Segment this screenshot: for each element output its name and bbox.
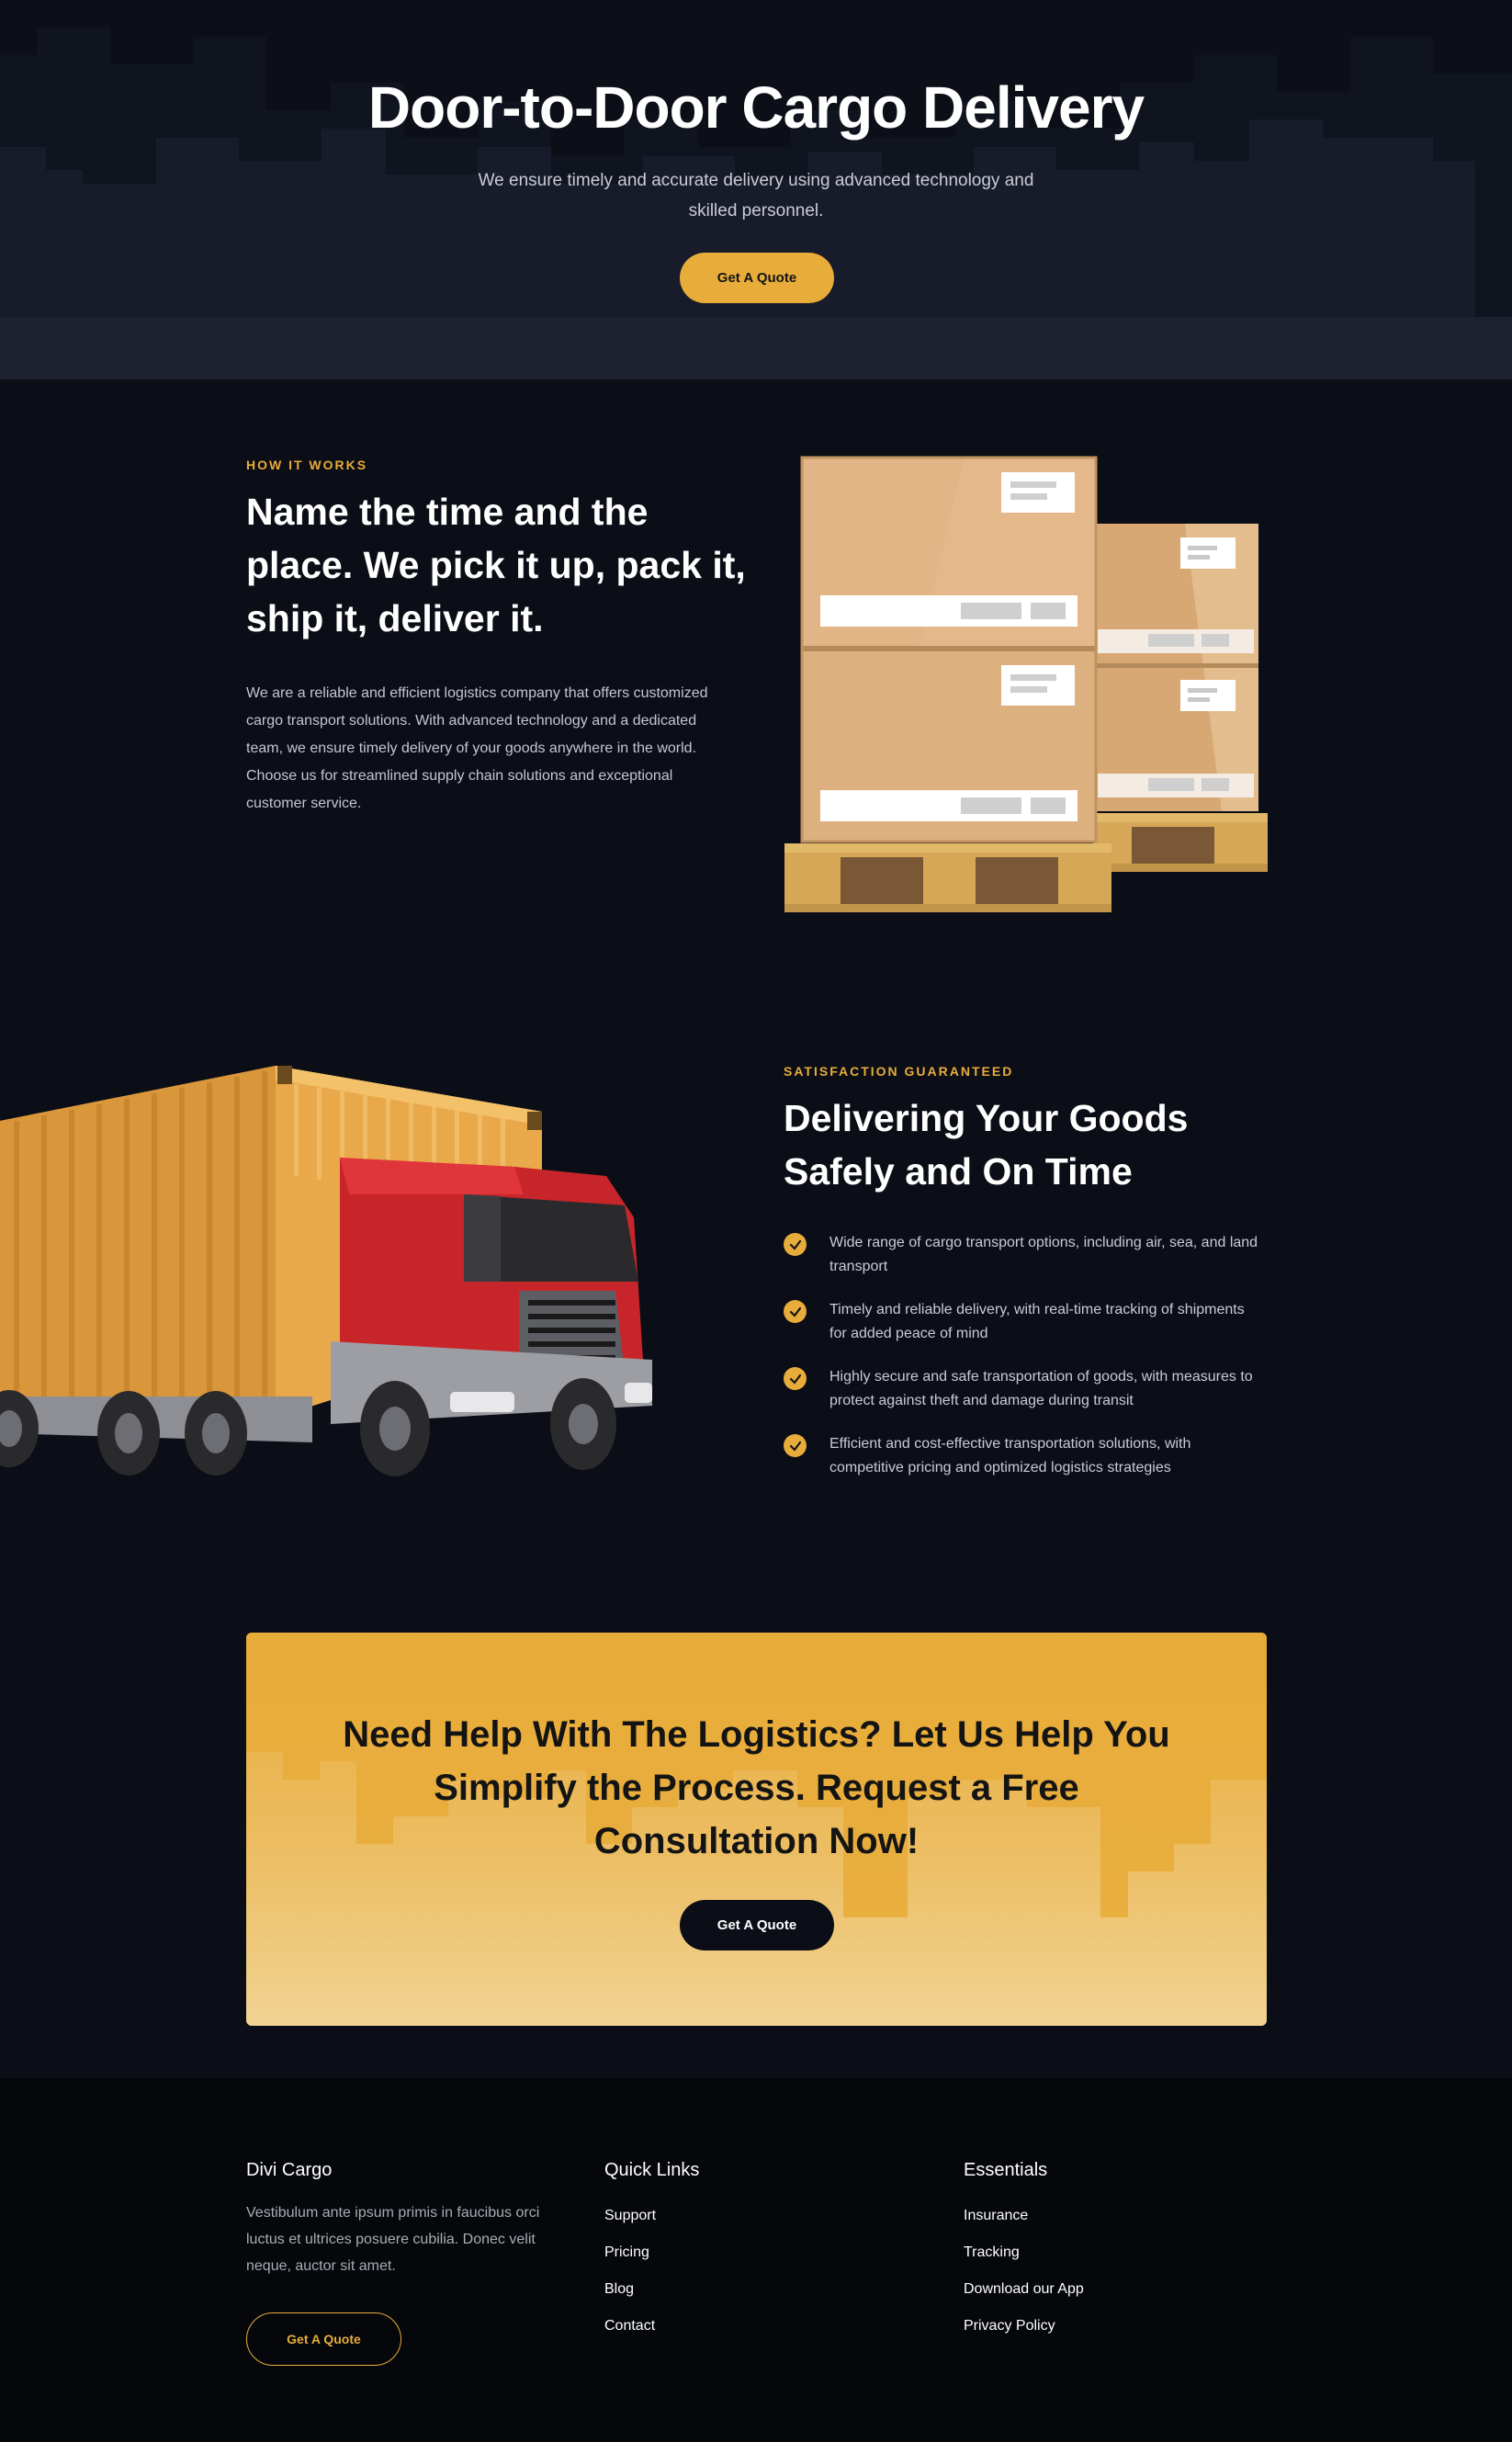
- footer-link-insurance[interactable]: Insurance: [964, 2208, 1028, 2224]
- how-it-works-eyebrow: HOW IT WORKS: [246, 458, 368, 472]
- feature-item: Efficient and cost-effective transportat…: [784, 1432, 1261, 1499]
- feature-item: Timely and reliable delivery, with real-…: [784, 1298, 1261, 1365]
- footer-essentials-title: Essentials: [964, 2160, 1048, 2180]
- how-it-works-body: We are a reliable and efficient logistic…: [246, 685, 708, 811]
- satisfaction-heading: Delivering Your Goods Safely and On Time: [784, 1097, 1189, 1193]
- check-circle-icon: [784, 1233, 807, 1256]
- hero-subtitle: We ensure timely and accurate delivery u…: [478, 171, 1034, 220]
- check-circle-icon: [784, 1367, 807, 1390]
- feature-item: Highly secure and safe transportation of…: [784, 1365, 1261, 1432]
- hero-title: Door-to-Door Cargo Delivery: [367, 74, 1145, 141]
- feature-list: Wide range of cargo transport options, i…: [784, 1231, 1261, 1499]
- footer-brand-text: Vestibulum ante ipsum primis in faucibus…: [246, 2205, 540, 2274]
- footer: Divi Cargo Vestibulum ante ipsum primis …: [0, 2078, 1512, 2442]
- footer-link-privacy-policy[interactable]: Privacy Policy: [964, 2318, 1055, 2335]
- hero-section: Door-to-Door Cargo Delivery We ensure ti…: [0, 0, 1512, 379]
- footer-link-pricing[interactable]: Pricing: [604, 2244, 649, 2261]
- footer-link-blog[interactable]: Blog: [604, 2281, 634, 2298]
- feature-text: Timely and reliable delivery, with real-…: [829, 1302, 1245, 1341]
- feature-text: Highly secure and safe transportation of…: [829, 1369, 1253, 1408]
- hero-get-quote-button[interactable]: Get A Quote: [680, 253, 834, 303]
- feature-text: Wide range of cargo transport options, i…: [829, 1235, 1258, 1274]
- cta-banner: Need Help With The Logistics? Let Us Hel…: [246, 1633, 1267, 2026]
- footer-link-contact[interactable]: Contact: [604, 2318, 655, 2335]
- check-circle-icon: [784, 1434, 807, 1457]
- footer-link-tracking[interactable]: Tracking: [964, 2244, 1020, 2261]
- cargo-boxes-on-pallets-illustration: [784, 456, 1268, 912]
- cta-get-quote-button[interactable]: Get A Quote: [680, 1900, 834, 1950]
- footer-get-quote-button[interactable]: Get A Quote: [246, 2312, 401, 2366]
- footer-brand-title: Divi Cargo: [246, 2160, 333, 2180]
- how-it-works-heading: Name the time and the place. We pick it …: [246, 491, 746, 639]
- check-circle-icon: [784, 1300, 807, 1323]
- satisfaction-eyebrow: SATISFACTION GUARANTEED: [784, 1064, 1014, 1079]
- cargo-truck-illustration: [0, 1066, 652, 1476]
- footer-quick-links-title: Quick Links: [604, 2160, 700, 2180]
- feature-text: Efficient and cost-effective transportat…: [829, 1436, 1191, 1475]
- footer-link-support[interactable]: Support: [604, 2208, 656, 2224]
- footer-link-download-app[interactable]: Download our App: [964, 2281, 1084, 2298]
- cta-title: Need Help With The Logistics? Let Us Hel…: [343, 1714, 1170, 1861]
- feature-item: Wide range of cargo transport options, i…: [784, 1231, 1261, 1298]
